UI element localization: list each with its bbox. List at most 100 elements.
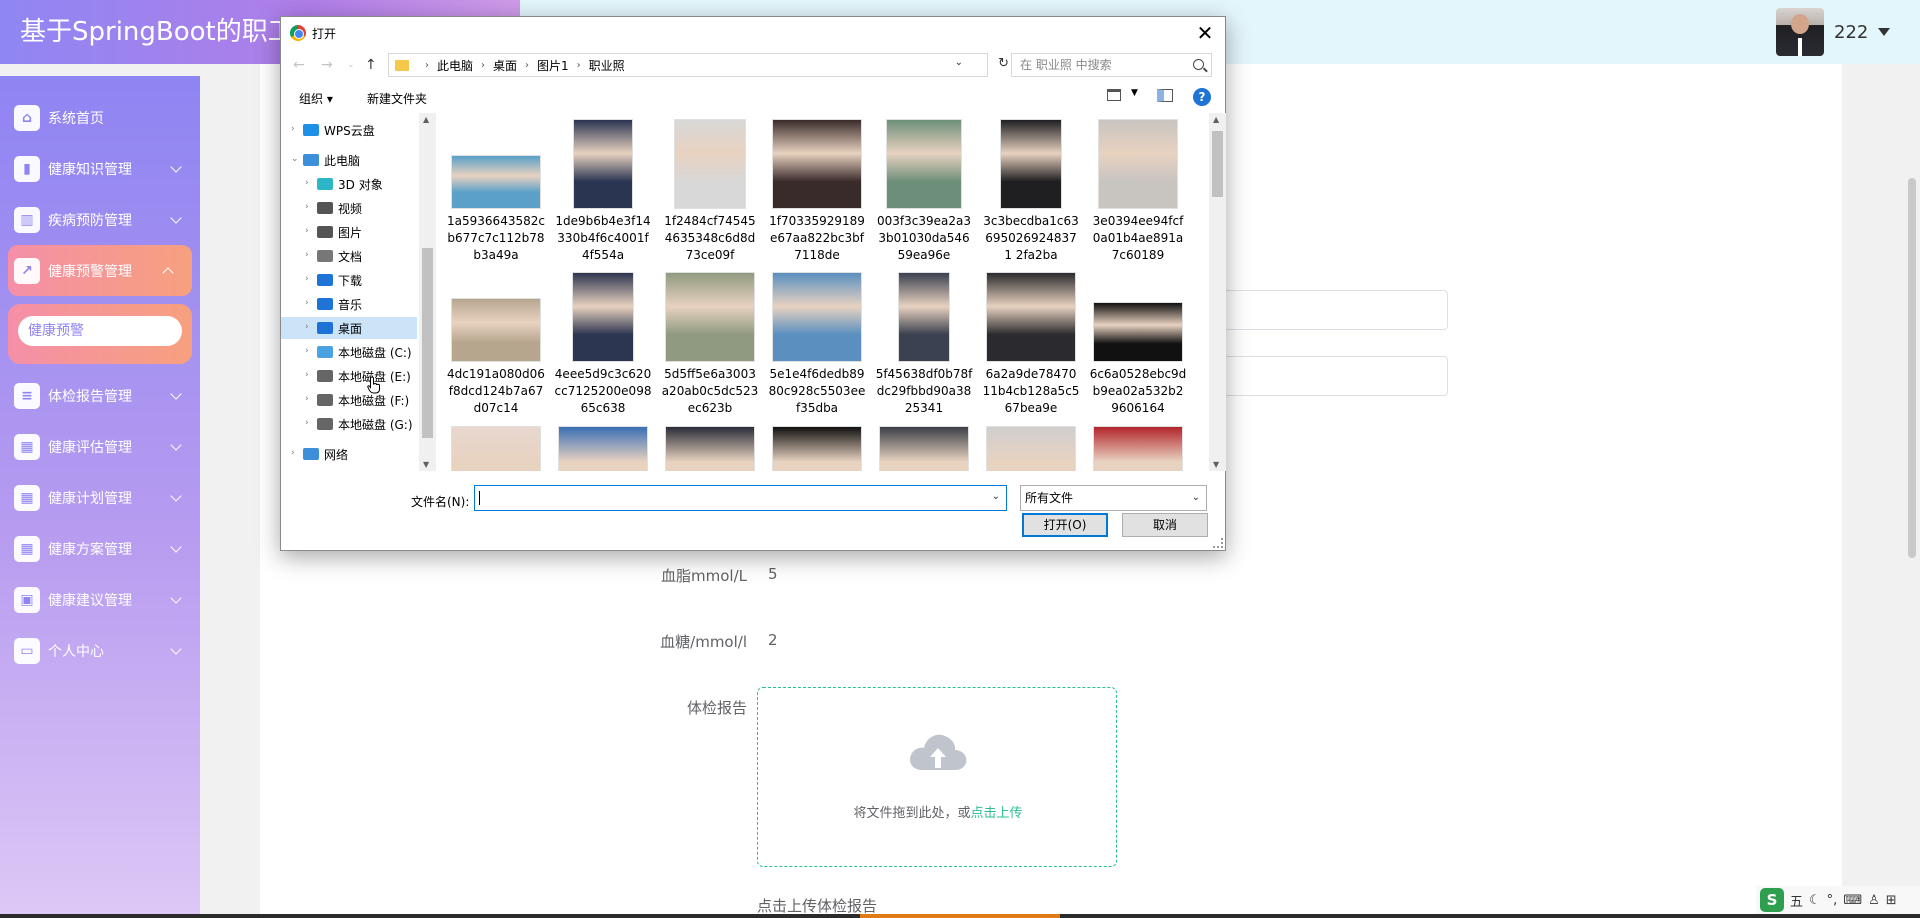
chevron-down-icon[interactable]: ⌄	[291, 154, 299, 164]
sidebar-item[interactable]: ⌂ 系统首页	[0, 92, 200, 143]
upload-link[interactable]: 点击上传	[971, 806, 1023, 821]
file-item[interactable]: 6a2a9de7847011b4cb128a5c567bea9e	[982, 272, 1080, 417]
scroll-up-icon[interactable]: ▲	[423, 115, 429, 124]
search-input[interactable]: 在 职业照 中搜索	[1011, 53, 1212, 77]
file-item[interactable]: 003f3c39ea2a33b01030da54659ea96e	[875, 119, 973, 264]
photo-thumbnail[interactable]	[451, 155, 541, 209]
tree-node[interactable]: › 下载	[281, 269, 417, 291]
file-list-scrollbar[interactable]: ▲ ▼	[1209, 113, 1226, 471]
tree-node[interactable]: › 音乐	[281, 293, 417, 315]
tree-node[interactable]: › 桌面	[281, 317, 417, 339]
photo-thumbnail[interactable]	[986, 426, 1076, 471]
sidebar-item[interactable]: ≡ 体检报告管理	[0, 370, 200, 421]
upload-dropzone[interactable]: 将文件拖到此处，或点击上传	[757, 687, 1117, 867]
sidebar-item[interactable]: ▦ 健康评估管理	[0, 421, 200, 472]
ime-mode[interactable]: 五	[1790, 891, 1803, 910]
photo-thumbnail[interactable]	[572, 272, 634, 362]
photo-thumbnail[interactable]	[451, 298, 541, 362]
scroll-thumb[interactable]	[1212, 131, 1223, 197]
chevron-down-icon[interactable]	[170, 212, 182, 224]
tree-node[interactable]: › 本地磁盘 (F:)	[281, 389, 417, 411]
chevron-right-icon[interactable]: ›	[291, 448, 295, 458]
chevron-right-icon[interactable]: ›	[305, 178, 309, 188]
sidebar-item[interactable]: ▮ 健康知识管理	[0, 143, 200, 194]
breadcrumb-item[interactable]: 桌面	[493, 57, 517, 74]
sidebar-item[interactable]: ▦ 健康计划管理	[0, 472, 200, 523]
username[interactable]: 222	[1834, 22, 1868, 43]
scroll-up-icon[interactable]: ▲	[1213, 115, 1219, 124]
chevron-right-icon[interactable]: ›	[305, 346, 309, 356]
photo-thumbnail[interactable]	[1098, 119, 1178, 209]
forward-arrow-icon[interactable]: →	[321, 57, 333, 73]
scroll-down-icon[interactable]: ▼	[423, 460, 429, 469]
tree-node[interactable]: › 网络	[281, 443, 417, 465]
moon-icon[interactable]: ☾	[1809, 893, 1821, 908]
tree-scrollbar[interactable]: ▲ ▼	[419, 113, 436, 471]
avatar[interactable]	[1776, 8, 1824, 56]
sogou-logo-icon[interactable]: S	[1760, 888, 1784, 912]
tree-node[interactable]: ⌄ 此电脑	[281, 149, 417, 171]
chevron-right-icon[interactable]: ›	[305, 250, 309, 260]
file-item[interactable]: 1f70335929189e67aa822bc3bf7118de	[768, 119, 866, 264]
photo-thumbnail[interactable]	[451, 426, 541, 471]
caret-down-icon[interactable]	[1878, 28, 1891, 36]
breadcrumb-item[interactable]: 职业照	[589, 57, 625, 74]
chevron-down-icon[interactable]: ▼	[1131, 88, 1138, 98]
chevron-up-icon[interactable]	[162, 267, 174, 279]
tree-node[interactable]: › 3D 对象	[281, 173, 417, 195]
photo-thumbnail[interactable]	[665, 272, 755, 362]
open-button[interactable]: 打开(O)	[1022, 513, 1108, 537]
file-item[interactable]: 1de9b6b4e3f14330b4f6c4001f4f554a	[554, 119, 652, 264]
photo-thumbnail[interactable]	[1093, 426, 1183, 471]
form-input[interactable]	[1220, 356, 1448, 396]
file-item[interactable]: 3c3becdba1c636950269248371 2fa2ba	[982, 119, 1080, 264]
sidebar-item[interactable]: ▭ 个人中心	[0, 625, 200, 676]
photo-thumbnail[interactable]	[558, 426, 648, 471]
breadcrumb-item[interactable]: 图片1	[537, 57, 569, 74]
photo-thumbnail[interactable]	[986, 272, 1076, 362]
up-arrow-icon[interactable]: ↑	[365, 57, 377, 73]
breadcrumb-item[interactable]: 此电脑	[437, 57, 473, 74]
chevron-right-icon[interactable]: ›	[305, 394, 309, 404]
grid-icon[interactable]: ⊞	[1886, 893, 1897, 908]
refresh-icon[interactable]: ↻	[998, 56, 1009, 71]
file-item[interactable]: 1f2484cf745454635348c6d8d73ce09f	[661, 119, 759, 264]
preview-pane-icon[interactable]	[1157, 89, 1173, 102]
chevron-right-icon[interactable]: ›	[291, 124, 295, 134]
user-menu[interactable]: 222	[1776, 7, 1891, 57]
chevron-down-icon[interactable]: ⌄	[1192, 486, 1200, 510]
help-icon[interactable]: ?	[1193, 88, 1211, 106]
file-item[interactable]: 5d5ff5e6a3003a20ab0c5dc523ec623b	[661, 272, 759, 417]
back-arrow-icon[interactable]: ←	[293, 57, 305, 73]
photo-thumbnail[interactable]	[772, 119, 862, 209]
cancel-button[interactable]: 取消	[1122, 513, 1208, 537]
tree-node[interactable]: › 文档	[281, 245, 417, 267]
tree-node[interactable]: › 图片	[281, 221, 417, 243]
keyboard-icon[interactable]: ⌨	[1843, 893, 1862, 908]
photo-thumbnail[interactable]	[1093, 302, 1183, 362]
photo-thumbnail[interactable]	[879, 426, 969, 471]
form-input[interactable]	[1220, 290, 1448, 330]
photo-thumbnail[interactable]	[772, 426, 862, 471]
tree-node[interactable]: › WPS云盘	[281, 119, 417, 141]
photo-thumbnail[interactable]	[665, 426, 755, 471]
file-item[interactable]: 4eee5d9c3c620cc7125200e09865c638	[554, 272, 652, 417]
chevron-right-icon[interactable]: ›	[305, 370, 309, 380]
close-icon[interactable]: ✕	[1193, 21, 1217, 45]
chevron-right-icon[interactable]: ›	[305, 202, 309, 212]
chevron-right-icon[interactable]: ›	[305, 274, 309, 284]
photo-thumbnail[interactable]	[1000, 119, 1062, 209]
chevron-right-icon[interactable]: ›	[305, 298, 309, 308]
new-folder-button[interactable]: 新建文件夹	[367, 90, 427, 107]
page-scrollbar[interactable]	[1908, 178, 1916, 558]
file-item[interactable]: 3e0394ee94fcf0a01b4ae891a7c60189	[1089, 119, 1187, 264]
organize-button[interactable]: 组织 ▾	[299, 90, 333, 107]
punctuation-icon[interactable]: °,	[1827, 893, 1838, 908]
chevron-down-icon[interactable]	[170, 161, 182, 173]
dialog-titlebar[interactable]: 打开 ✕	[281, 17, 1225, 49]
file-item[interactable]: 5f45638df0b78fdc29fbbd90a3825341	[875, 272, 973, 417]
sidebar-item[interactable]: ▦ 健康方案管理	[0, 523, 200, 574]
chevron-down-icon[interactable]: ⌄	[955, 57, 963, 68]
photo-thumbnail[interactable]	[898, 272, 950, 362]
shirt-icon[interactable]: ♙	[1868, 893, 1880, 908]
